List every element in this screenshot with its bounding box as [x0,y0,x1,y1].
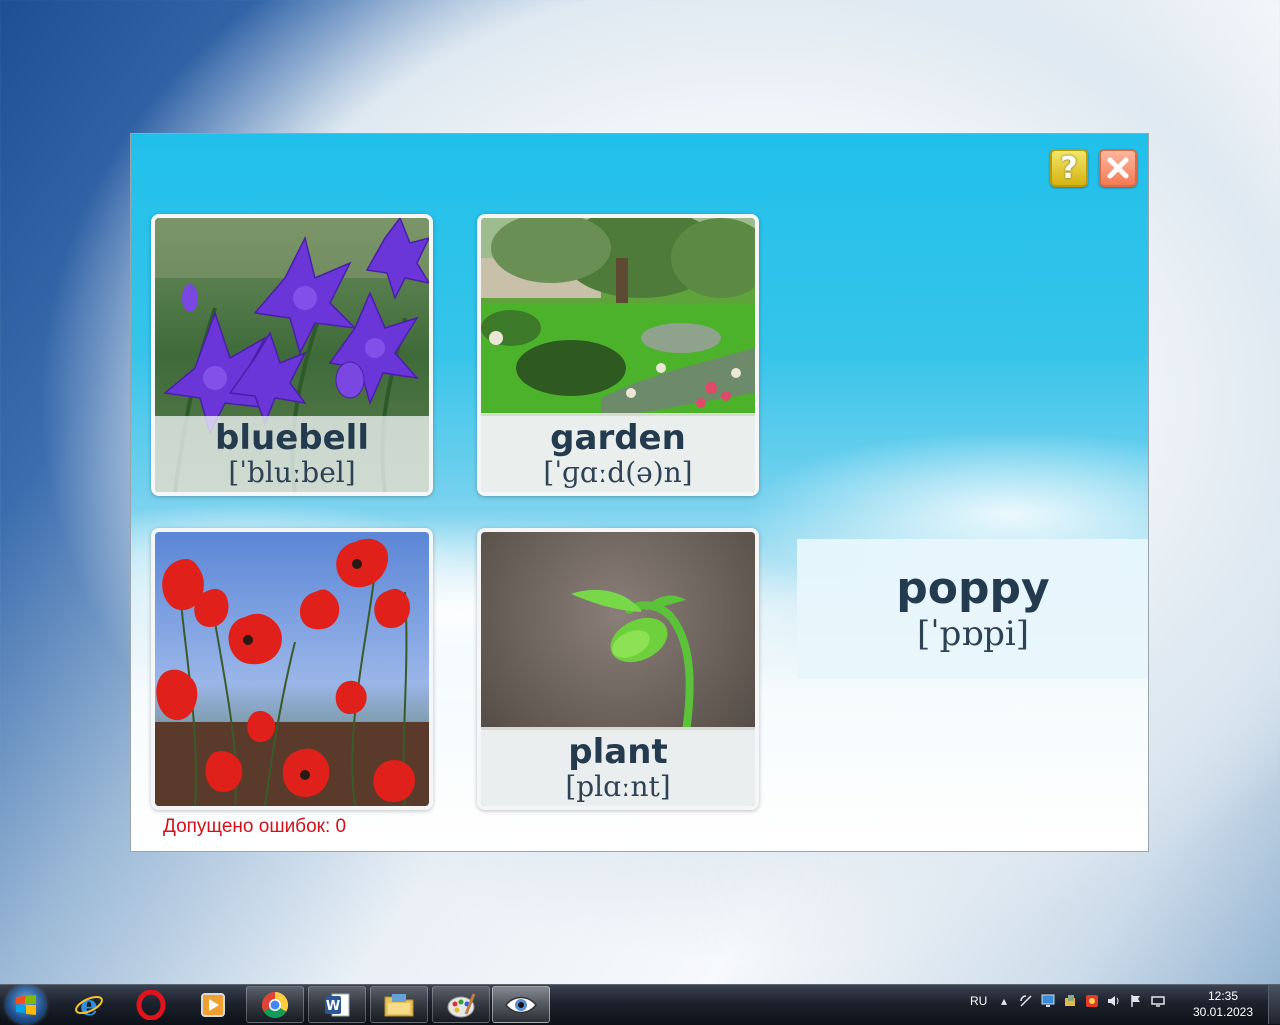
security-tray-icon[interactable] [1062,993,1078,1009]
media-player-icon [201,992,225,1017]
taskbar-opera[interactable] [122,986,180,1023]
card-plant[interactable]: plant [plɑːnt] [477,528,759,810]
card-bluebell[interactable]: bluebell [ˈbluːbel] [151,214,433,496]
close-button[interactable] [1099,149,1137,187]
display-tray-icon[interactable] [1150,993,1166,1009]
system-clock[interactable]: 12:35 30.01.2023 [1190,988,1256,1020]
card-label: garden [ˈɡɑːd(ə)n] [481,416,755,492]
target-word: poppy [896,563,1050,614]
svg-text:e: e [80,990,98,1020]
internet-explorer-icon: e [75,990,103,1020]
card-transcription: [ˈbluːbel] [228,456,356,489]
taskbar-chrome[interactable] [246,986,304,1023]
card-label: bluebell [ˈbluːbel] [155,416,429,492]
monitor-tray-icon[interactable] [1040,993,1056,1009]
svg-text:W: W [326,999,340,1014]
card-label: plant [plɑːnt] [481,730,755,806]
target-transcription: [ˈpɒpi] [916,614,1030,654]
errors-counter: Допущено ошибок: 0 [163,816,347,837]
start-button[interactable] [6,986,46,1024]
chrome-icon [261,991,289,1018]
language-indicator[interactable]: RU [970,994,987,1008]
app-window: ? bluebell [ˈbluːbel] garden [ˈɡɑːd(ə)n]… [130,133,1149,852]
taskbar-internet-explorer[interactable]: e [60,986,118,1023]
clock-time: 12:35 [1207,989,1239,1003]
card-word: bluebell [215,418,369,458]
show-hidden-icons-arrow-icon[interactable]: ▴ [996,993,1012,1009]
card-transcription: [plɑːnt] [565,770,671,803]
card-word: garden [550,418,686,458]
help-button[interactable]: ? [1050,149,1088,187]
card-transcription: [ˈɡɑːd(ə)n] [543,456,693,489]
action-center-flag-icon[interactable] [1128,993,1144,1009]
system-tray: ▴ [996,993,1166,1009]
file-explorer-icon [384,993,414,1016]
taskbar-file-explorer[interactable] [370,986,428,1023]
taskbar-paint[interactable] [432,986,490,1023]
card-word: plant [568,732,668,772]
opera-icon [136,989,166,1020]
taskbar-media-player[interactable] [184,986,242,1023]
word-icon: W [325,993,350,1016]
network-icon[interactable] [1018,993,1034,1009]
taskbar-eye-app[interactable] [492,986,550,1023]
antivirus-tray-icon[interactable] [1084,993,1100,1009]
paint-icon [447,992,476,1017]
volume-icon[interactable] [1106,993,1122,1009]
red-poppies-photo [155,532,429,806]
close-icon [1107,157,1129,179]
target-word-box: poppy [ˈpɒpi] [797,539,1148,679]
question-icon: ? [1060,150,1078,186]
card-poppies[interactable] [151,528,433,810]
eye-app-icon [505,996,537,1013]
taskbar-word[interactable]: W [308,986,366,1023]
windows-logo-icon [16,995,36,1015]
clock-date: 30.01.2023 [1192,1005,1254,1019]
show-desktop-button[interactable] [1268,985,1280,1024]
card-garden[interactable]: garden [ˈɡɑːd(ə)n] [477,214,759,496]
